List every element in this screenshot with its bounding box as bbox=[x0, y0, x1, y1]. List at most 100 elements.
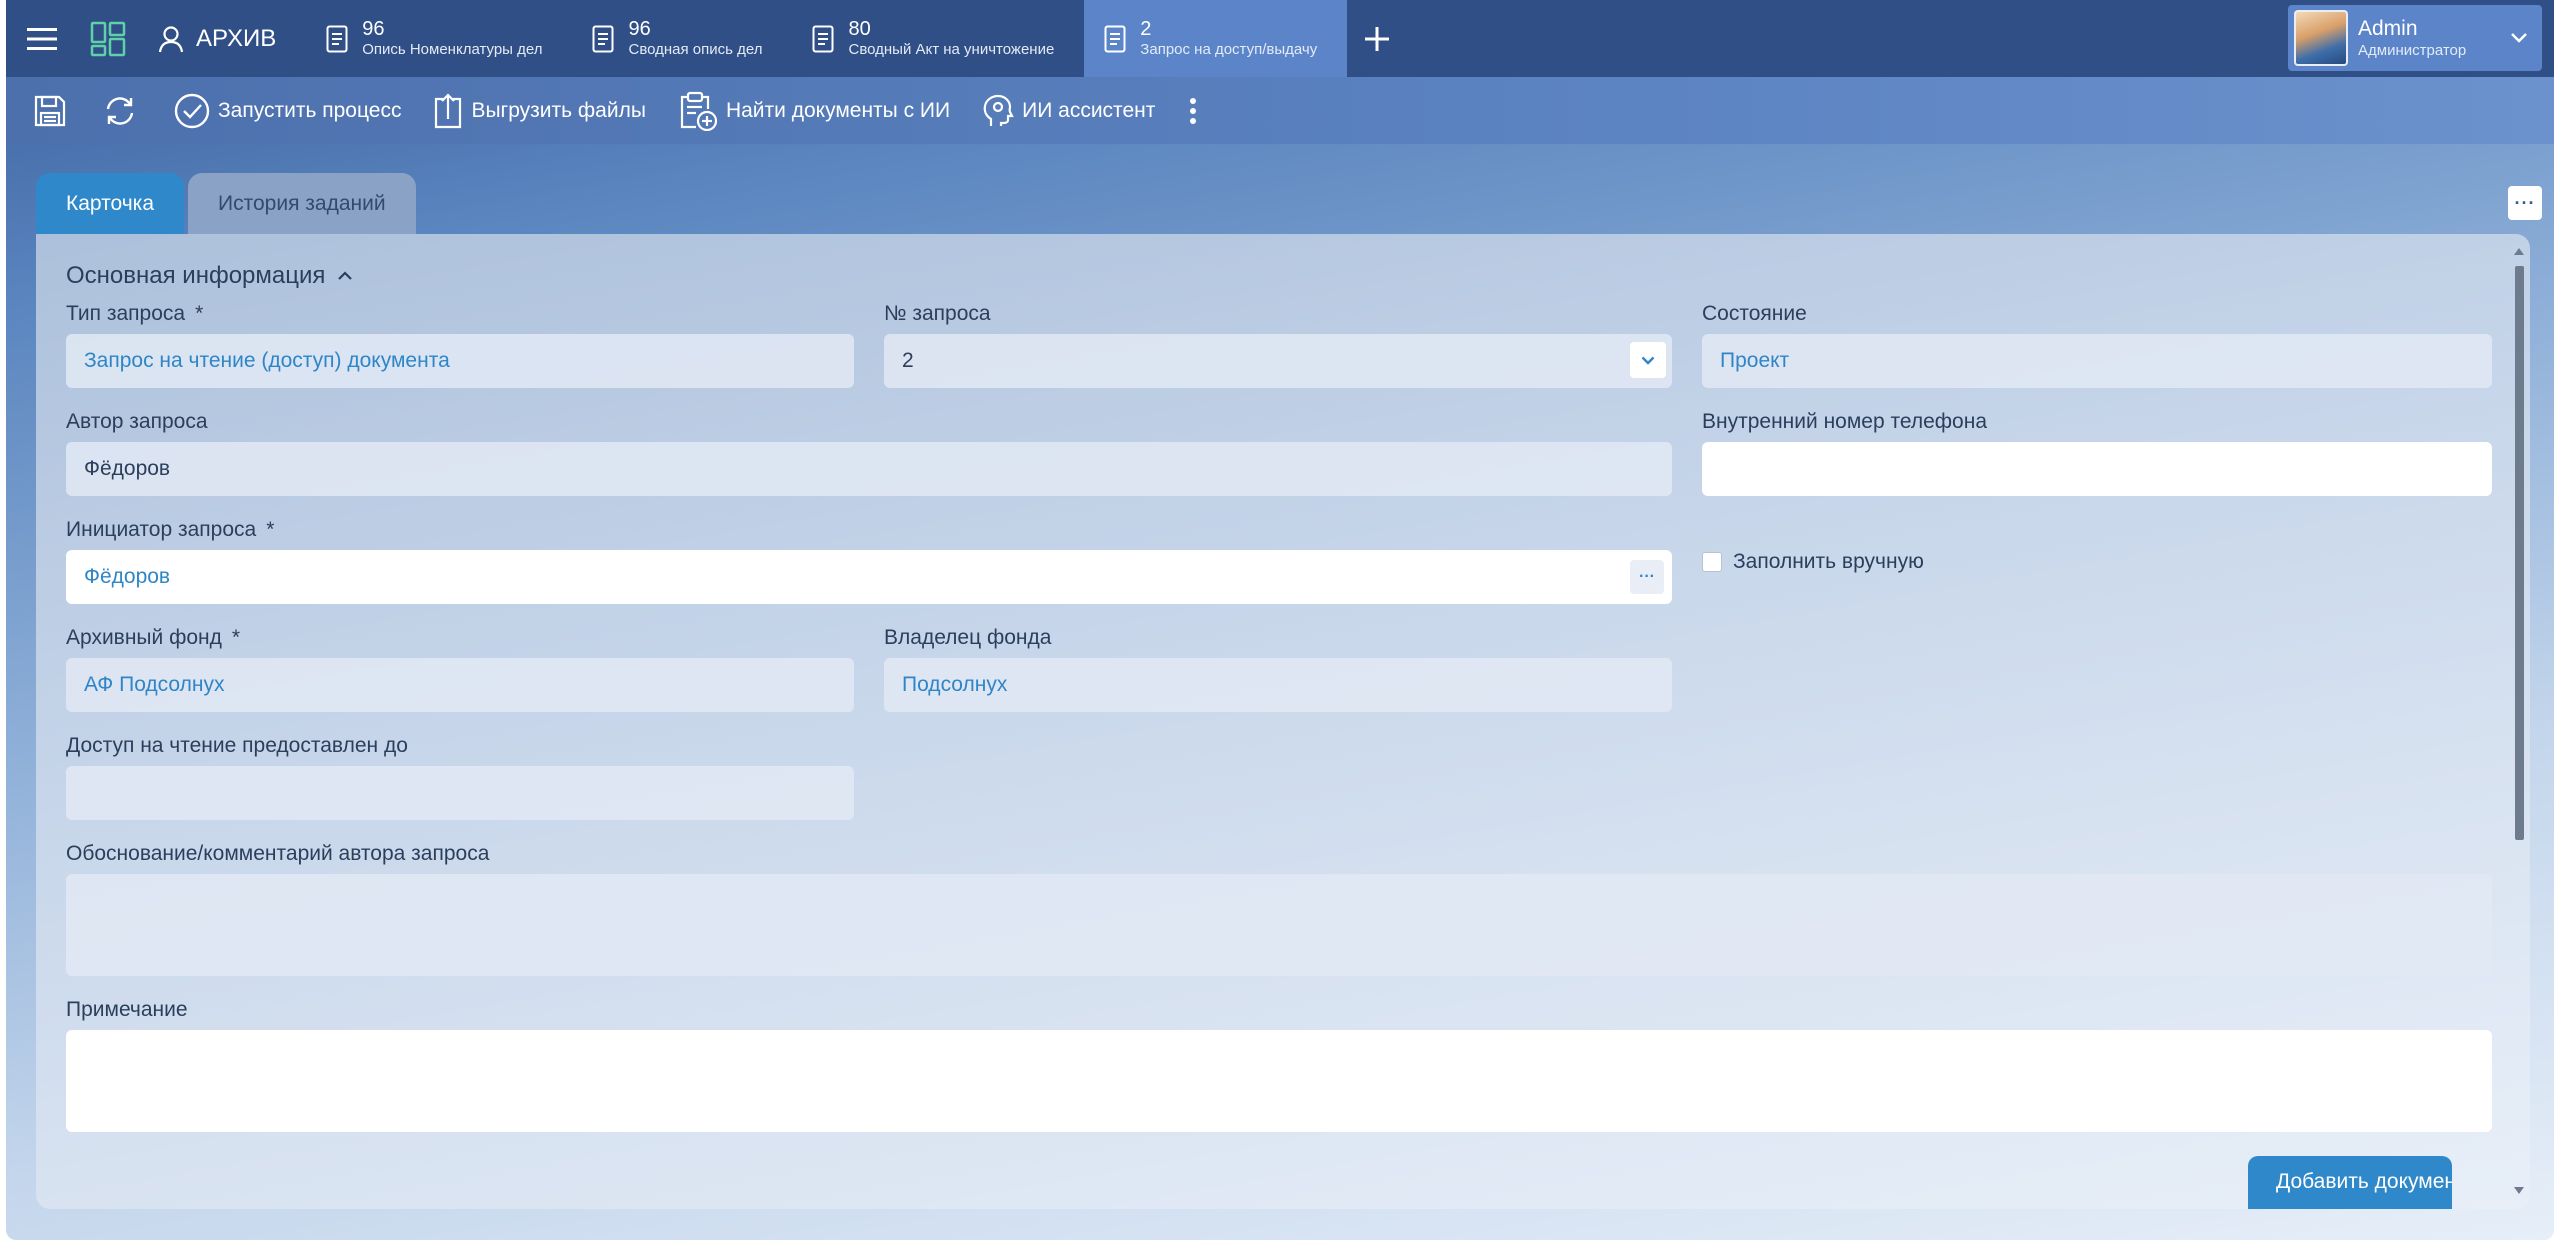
app-window: АРХИВ 96 Опись Номенклатуры дел 96 Сводн… bbox=[6, 0, 2554, 1240]
tab-number: 96 bbox=[362, 18, 385, 41]
scrollbar[interactable] bbox=[2512, 248, 2526, 1194]
tab-subtitle: Сводный Акт на уничтожение bbox=[848, 41, 1055, 59]
user-role: Администратор bbox=[2358, 41, 2467, 59]
hamburger-icon bbox=[27, 27, 57, 50]
document-icon bbox=[812, 25, 834, 52]
doc-tab-nomenclature[interactable]: 96 Опись Номенклатуры дел bbox=[306, 0, 572, 77]
find-ai-button[interactable]: Найти документы с ИИ bbox=[664, 81, 968, 141]
state-value: Проект bbox=[1720, 349, 1790, 372]
doc-tab-access-request[interactable]: 2 Запрос на доступ/выдачу bbox=[1084, 0, 1348, 77]
initiator-field[interactable]: Фёдоров ··· bbox=[66, 550, 1672, 604]
document-icon bbox=[1104, 25, 1126, 52]
menu-button[interactable] bbox=[6, 0, 78, 77]
initiator-value[interactable]: Фёдоров bbox=[84, 565, 170, 589]
section-title: Основная информация bbox=[66, 262, 326, 289]
head-icon bbox=[983, 94, 1014, 126]
required-mark: * bbox=[231, 626, 241, 649]
clipboard-add-icon bbox=[680, 91, 718, 131]
archive-nav[interactable]: АРХИВ bbox=[138, 0, 306, 77]
justification-field bbox=[66, 874, 2492, 976]
request-number-label: № запроса bbox=[884, 302, 991, 325]
doc-tab-destruction-act[interactable]: 80 Сводный Акт на уничтожение bbox=[792, 0, 1084, 77]
user-name: Admin bbox=[2358, 17, 2418, 41]
request-type-field[interactable]: Запрос на чтение (доступ) документа bbox=[66, 334, 854, 388]
doc-tab-summary-inventory[interactable]: 96 Сводная опись дел bbox=[572, 0, 792, 77]
section-header[interactable]: Основная информация bbox=[66, 262, 353, 290]
user-icon bbox=[158, 25, 184, 52]
toolbar: Запустить процесс Выгрузить файлы Найти … bbox=[6, 77, 2554, 144]
initiator-picker-button[interactable]: ··· bbox=[1630, 560, 1664, 594]
chevron-down-icon bbox=[2511, 33, 2527, 43]
note-textarea[interactable] bbox=[66, 1030, 2492, 1132]
label-text: Архивный фонд bbox=[66, 626, 222, 649]
tab-task-history[interactable]: История заданий bbox=[188, 173, 416, 235]
phone-input[interactable] bbox=[1702, 442, 2492, 496]
content-tabs: Карточка История заданий bbox=[36, 173, 416, 235]
manual-fill-label[interactable]: Заполнить вручную bbox=[1733, 550, 1924, 574]
document-icon bbox=[326, 25, 348, 52]
scrollbar-thumb[interactable] bbox=[2515, 266, 2524, 840]
upload-files-label: Выгрузить файлы bbox=[471, 98, 646, 122]
tab-number: 96 bbox=[628, 18, 651, 41]
dashboard-button[interactable] bbox=[78, 0, 138, 77]
request-type-value[interactable]: Запрос на чтение (доступ) документа bbox=[84, 349, 450, 373]
plus-icon bbox=[1365, 26, 1390, 51]
label-text: Инициатор запроса bbox=[66, 518, 257, 541]
ai-assistant-label: ИИ ассистент bbox=[1022, 98, 1156, 122]
request-number-select[interactable]: 2 bbox=[884, 334, 1672, 388]
state-label: Состояние bbox=[1702, 302, 1807, 325]
avatar bbox=[2294, 10, 2348, 66]
fund-owner-value[interactable]: Подсолнух bbox=[902, 673, 1007, 697]
ai-assistant-button[interactable]: ИИ ассистент bbox=[968, 81, 1173, 141]
justification-label: Обоснование/комментарий автора запроса bbox=[66, 842, 490, 865]
state-field: Проект bbox=[1702, 334, 2492, 388]
chevron-up-icon bbox=[338, 271, 353, 280]
required-mark: * bbox=[195, 302, 204, 325]
required-mark: * bbox=[266, 518, 275, 541]
chevron-down-icon bbox=[1641, 356, 1655, 365]
find-ai-label: Найти документы с ИИ bbox=[725, 98, 951, 122]
archive-label: АРХИВ bbox=[196, 24, 277, 52]
author-field: Фёдоров bbox=[66, 442, 1672, 496]
upload-icon bbox=[435, 92, 462, 128]
more-actions-button[interactable] bbox=[1173, 81, 1213, 141]
card-options-button[interactable]: ··· bbox=[2508, 186, 2542, 220]
request-number-value: 2 bbox=[902, 349, 914, 372]
start-process-label: Запустить процесс bbox=[218, 98, 402, 122]
archive-fund-value[interactable]: АФ Подсолнух bbox=[84, 673, 224, 697]
start-process-button[interactable]: Запустить процесс bbox=[160, 81, 419, 141]
refresh-icon bbox=[106, 96, 134, 125]
dropdown-button[interactable] bbox=[1630, 342, 1666, 378]
upload-files-button[interactable]: Выгрузить файлы bbox=[419, 81, 664, 141]
access-until-field bbox=[66, 766, 854, 820]
scroll-down-icon[interactable] bbox=[2514, 1187, 2524, 1194]
note-label: Примечание bbox=[66, 998, 188, 1021]
request-type-label: Тип запроса * bbox=[66, 302, 203, 326]
tab-subtitle: Запрос на доступ/выдачу bbox=[1140, 41, 1318, 59]
archive-fund-field[interactable]: АФ Подсолнух bbox=[66, 658, 854, 712]
phone-label: Внутренний номер телефона bbox=[1702, 410, 1988, 433]
save-button[interactable] bbox=[20, 81, 80, 141]
top-bar: АРХИВ 96 Опись Номенклатуры дел 96 Сводн… bbox=[6, 0, 2554, 77]
archive-fund-label: Архивный фонд * bbox=[66, 626, 240, 650]
save-icon bbox=[34, 95, 66, 126]
add-document-button[interactable]: Добавить документ bbox=[2248, 1156, 2452, 1209]
label-text: Тип запроса bbox=[66, 302, 186, 325]
tab-subtitle: Опись Номенклатуры дел bbox=[362, 41, 543, 59]
access-until-label: Доступ на чтение предоставлен до bbox=[66, 734, 408, 757]
scroll-up-icon[interactable] bbox=[2514, 248, 2524, 255]
author-label: Автор запроса bbox=[66, 410, 208, 433]
vertical-dots-icon bbox=[1190, 97, 1197, 124]
add-tab-button[interactable] bbox=[1347, 0, 1407, 77]
refresh-button[interactable] bbox=[90, 81, 150, 141]
tab-subtitle: Сводная опись дел bbox=[628, 41, 763, 59]
dashboard-icon bbox=[90, 21, 126, 56]
tab-card[interactable]: Карточка bbox=[36, 173, 184, 235]
fund-owner-field[interactable]: Подсолнух bbox=[884, 658, 1672, 712]
user-menu[interactable]: Admin Администратор bbox=[2288, 5, 2542, 71]
card-panel: Основная информация Тип запроса * Запрос … bbox=[36, 234, 2530, 1209]
tab-number: 2 bbox=[1140, 18, 1152, 41]
document-icon bbox=[592, 25, 614, 52]
fund-owner-label: Владелец фонда bbox=[884, 626, 1052, 649]
manual-fill-checkbox[interactable] bbox=[1702, 552, 1722, 572]
